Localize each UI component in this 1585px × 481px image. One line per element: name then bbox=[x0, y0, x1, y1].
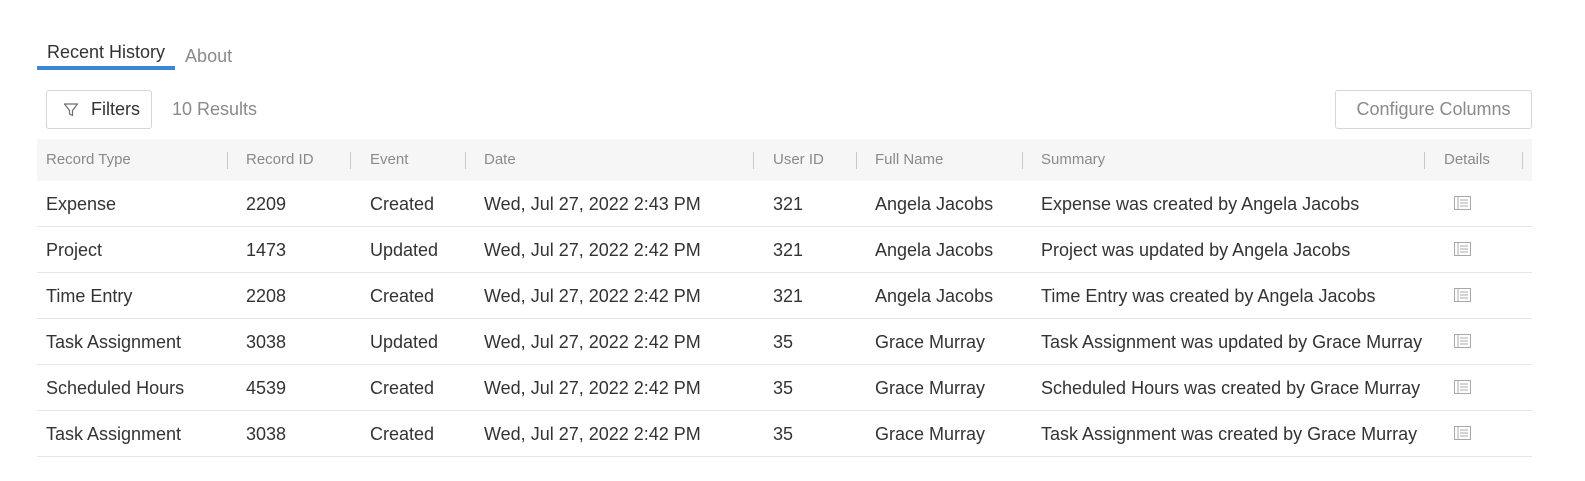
configure-columns-button[interactable]: Configure Columns bbox=[1335, 90, 1532, 129]
column-header-summary[interactable]: Summary bbox=[1041, 139, 1105, 181]
cell-user-id: 35 bbox=[773, 378, 794, 398]
cell-user-id: 35 bbox=[773, 424, 794, 444]
cell-record-id: 3038 bbox=[246, 332, 287, 352]
cell-date: Wed, Jul 27, 2022 2:42 PM bbox=[484, 240, 701, 260]
cell-event: Created bbox=[370, 194, 435, 214]
table-header: Record Type Record ID Event Date User ID… bbox=[37, 139, 1532, 181]
cell-record-type: Task Assignment bbox=[46, 332, 182, 352]
cell-record-type: Time Entry bbox=[46, 286, 133, 306]
cell-summary: Scheduled Hours was created by Grace Mur… bbox=[1041, 378, 1421, 398]
table-row[interactable]: Task Assignment 3038 Updated Wed, Jul 27… bbox=[37, 319, 1532, 365]
cell-record-id: 3038 bbox=[246, 424, 287, 444]
document-icon[interactable] bbox=[1454, 426, 1471, 440]
column-resize-handle[interactable] bbox=[1022, 152, 1023, 169]
cell-summary: Task Assignment was created by Grace Mur… bbox=[1041, 424, 1418, 444]
filter-icon bbox=[63, 102, 79, 116]
column-resize-handle[interactable] bbox=[1522, 152, 1523, 169]
table-row[interactable]: Time Entry 2208 Created Wed, Jul 27, 202… bbox=[37, 273, 1532, 319]
cell-event: Updated bbox=[370, 240, 439, 260]
tab-recent-history[interactable]: Recent History bbox=[37, 39, 176, 70]
column-resize-handle[interactable] bbox=[465, 152, 466, 169]
column-header-user-id[interactable]: User ID bbox=[773, 139, 824, 181]
cell-record-id: 4539 bbox=[246, 378, 287, 398]
cell-user-id: 321 bbox=[773, 194, 804, 214]
cell-full-name: Grace Murray bbox=[875, 378, 986, 398]
column-header-date[interactable]: Date bbox=[484, 139, 516, 181]
column-header-record-type[interactable]: Record Type bbox=[46, 139, 131, 181]
results-count: 10 Results bbox=[172, 99, 258, 119]
cell-record-type: Scheduled Hours bbox=[46, 378, 185, 398]
cell-summary: Time Entry was created by Angela Jacobs bbox=[1041, 286, 1376, 306]
cell-event: Created bbox=[370, 424, 435, 444]
cell-full-name: Angela Jacobs bbox=[875, 194, 994, 214]
cell-record-id: 2208 bbox=[246, 286, 287, 306]
table-row[interactable]: Task Assignment 3038 Created Wed, Jul 27… bbox=[37, 411, 1532, 457]
cell-user-id: 35 bbox=[773, 332, 794, 352]
document-icon[interactable] bbox=[1454, 242, 1471, 256]
cell-event: Created bbox=[370, 378, 435, 398]
cell-full-name: Angela Jacobs bbox=[875, 286, 994, 306]
cell-date: Wed, Jul 27, 2022 2:42 PM bbox=[484, 286, 701, 306]
history-table: Record Type Record ID Event Date User ID… bbox=[37, 139, 1532, 457]
cell-summary: Task Assignment was updated by Grace Mur… bbox=[1041, 332, 1423, 352]
cell-date: Wed, Jul 27, 2022 2:43 PM bbox=[484, 194, 701, 214]
cell-user-id: 321 bbox=[773, 240, 804, 260]
cell-record-type: Expense bbox=[46, 194, 117, 214]
cell-full-name: Grace Murray bbox=[875, 424, 986, 444]
column-resize-handle[interactable] bbox=[753, 152, 754, 169]
cell-full-name: Angela Jacobs bbox=[875, 240, 994, 260]
table-body: Expense 2209 Created Wed, Jul 27, 2022 2… bbox=[37, 181, 1532, 457]
cell-event: Updated bbox=[370, 332, 439, 352]
cell-record-id: 2209 bbox=[246, 194, 287, 214]
filters-button[interactable]: Filters bbox=[46, 90, 152, 129]
column-header-full-name[interactable]: Full Name bbox=[875, 139, 943, 181]
filters-button-label: Filters bbox=[91, 99, 140, 119]
column-header-record-id[interactable]: Record ID bbox=[246, 139, 314, 181]
cell-user-id: 321 bbox=[773, 286, 804, 306]
column-header-details[interactable]: Details bbox=[1444, 139, 1490, 181]
table-row[interactable]: Expense 2209 Created Wed, Jul 27, 2022 2… bbox=[37, 181, 1532, 227]
cell-date: Wed, Jul 27, 2022 2:42 PM bbox=[484, 424, 701, 444]
tab-about[interactable]: About bbox=[175, 43, 242, 70]
column-resize-handle[interactable] bbox=[227, 152, 228, 169]
column-header-event[interactable]: Event bbox=[370, 139, 408, 181]
cell-record-type: Project bbox=[46, 240, 103, 260]
column-resize-handle[interactable] bbox=[856, 152, 857, 169]
cell-event: Created bbox=[370, 286, 435, 306]
document-icon[interactable] bbox=[1454, 380, 1471, 394]
table-row[interactable]: Scheduled Hours 4539 Created Wed, Jul 27… bbox=[37, 365, 1532, 411]
column-resize-handle[interactable] bbox=[1424, 152, 1425, 169]
recent-history-page: Recent History About Filters 10 Results … bbox=[0, 0, 1585, 481]
cell-record-type: Task Assignment bbox=[46, 424, 182, 444]
document-icon[interactable] bbox=[1454, 288, 1471, 302]
cell-date: Wed, Jul 27, 2022 2:42 PM bbox=[484, 378, 701, 398]
cell-record-id: 1473 bbox=[246, 240, 287, 260]
cell-full-name: Grace Murray bbox=[875, 332, 986, 352]
cell-summary: Expense was created by Angela Jacobs bbox=[1041, 194, 1360, 214]
column-resize-handle[interactable] bbox=[350, 152, 351, 169]
table-row[interactable]: Project 1473 Updated Wed, Jul 27, 2022 2… bbox=[37, 227, 1532, 273]
cell-summary: Project was updated by Angela Jacobs bbox=[1041, 240, 1351, 260]
cell-date: Wed, Jul 27, 2022 2:42 PM bbox=[484, 332, 701, 352]
tab-bar: Recent History About bbox=[37, 40, 242, 70]
document-icon[interactable] bbox=[1454, 196, 1471, 210]
document-icon[interactable] bbox=[1454, 334, 1471, 348]
